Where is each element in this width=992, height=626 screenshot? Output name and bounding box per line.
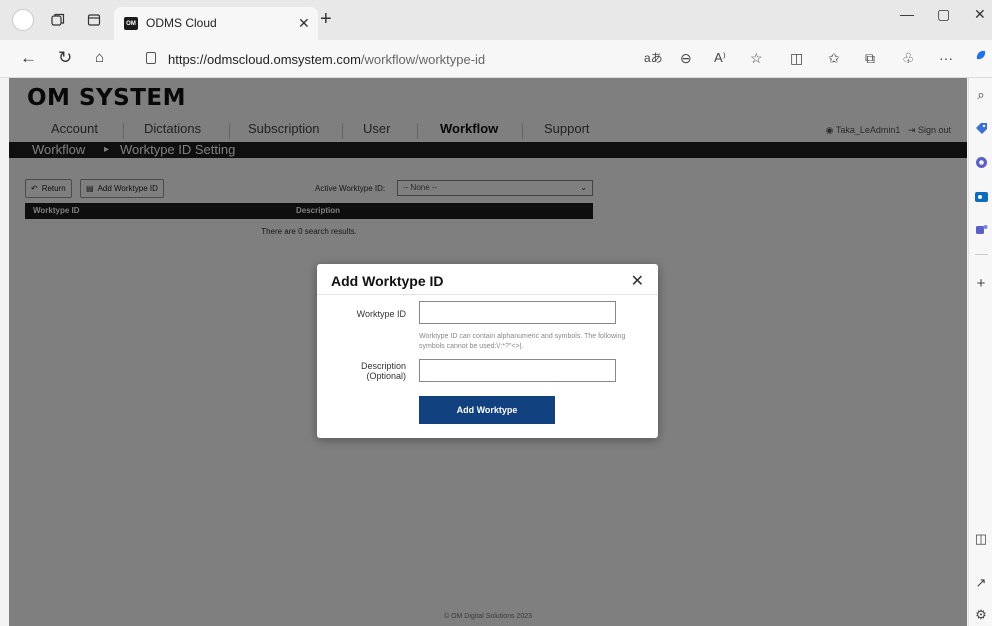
favorite-star-icon[interactable]: ☆ [750, 50, 763, 66]
tab-actions-icon[interactable] [86, 12, 102, 28]
browser-tab[interactable]: OM ODMS Cloud ✕ [114, 7, 318, 40]
refresh-icon[interactable]: ↻ [58, 49, 72, 67]
zoom-out-icon[interactable]: ⊖ [680, 50, 692, 66]
split-screen-icon[interactable]: ◫ [790, 50, 803, 66]
copilot-icon[interactable] [974, 48, 988, 62]
collections-icon[interactable]: ⧉ [865, 50, 875, 66]
add-worktype-button[interactable]: Add Worktype [419, 396, 555, 424]
worktype-id-label: Worktype ID [356, 309, 406, 319]
extensions-icon[interactable]: ♧ [902, 50, 915, 66]
description-label-line2: (Optional) [366, 371, 406, 381]
profile-avatar-icon[interactable] [12, 9, 34, 31]
back-arrow-icon[interactable]: ← [20, 49, 37, 67]
outlook-icon[interactable] [974, 189, 988, 203]
close-icon[interactable]: ✕ [631, 271, 644, 291]
translate-icon[interactable]: aあ [644, 50, 663, 66]
workspaces-icon[interactable] [50, 12, 66, 28]
window-close-icon[interactable]: ✕ [974, 6, 986, 23]
open-external-icon[interactable]: ↗ [974, 575, 988, 590]
url-text[interactable]: https://odmscloud.omsystem.com/workflow/… [168, 52, 485, 67]
favorites-list-icon[interactable]: ✩ [828, 50, 840, 66]
office-icon[interactable] [974, 155, 988, 169]
description-label-line1: Description [360, 361, 406, 371]
settings-gear-icon[interactable]: ⚙ [974, 607, 988, 622]
browser-title-bar: OM ODMS Cloud ✕ + — ▢ ✕ [0, 0, 992, 40]
more-menu-icon[interactable]: ··· [939, 50, 953, 66]
edge-sidebar: ⌕ + ◫ ↗ ⚙ [968, 50, 992, 626]
add-worktype-dialog: Add Worktype ID ✕ Worktype ID Worktype I… [317, 264, 658, 438]
address-bar: ← ↻ ⌂ https://odmscloud.omsystem.com/wor… [0, 40, 992, 78]
minimize-icon[interactable]: — [900, 6, 914, 22]
worktype-id-hint: Worktype ID can contain alphanumeric and… [419, 333, 626, 350]
sidebar-divider [975, 254, 988, 255]
tab-title: ODMS Cloud [146, 16, 217, 30]
read-aloud-icon[interactable]: A⁾ [714, 50, 726, 66]
teams-icon[interactable] [974, 222, 988, 236]
lock-icon[interactable] [146, 52, 156, 64]
dialog-title: Add Worktype ID [331, 273, 444, 289]
odms-favicon-icon: OM [124, 17, 138, 30]
worktype-id-input[interactable] [419, 301, 616, 324]
shopping-tag-icon[interactable] [974, 121, 988, 135]
description-label: Description (Optional) [326, 361, 406, 381]
sidebar-panel-icon[interactable]: ◫ [974, 531, 988, 546]
search-icon[interactable]: ⌕ [974, 87, 988, 102]
description-input[interactable] [419, 359, 616, 382]
restore-icon[interactable]: ▢ [937, 6, 950, 23]
new-tab-icon[interactable]: + [320, 9, 332, 29]
home-icon[interactable]: ⌂ [95, 49, 104, 67]
dialog-divider [317, 294, 658, 295]
tab-close-icon[interactable]: ✕ [298, 15, 310, 32]
add-sidebar-app-icon[interactable]: + [974, 275, 988, 292]
